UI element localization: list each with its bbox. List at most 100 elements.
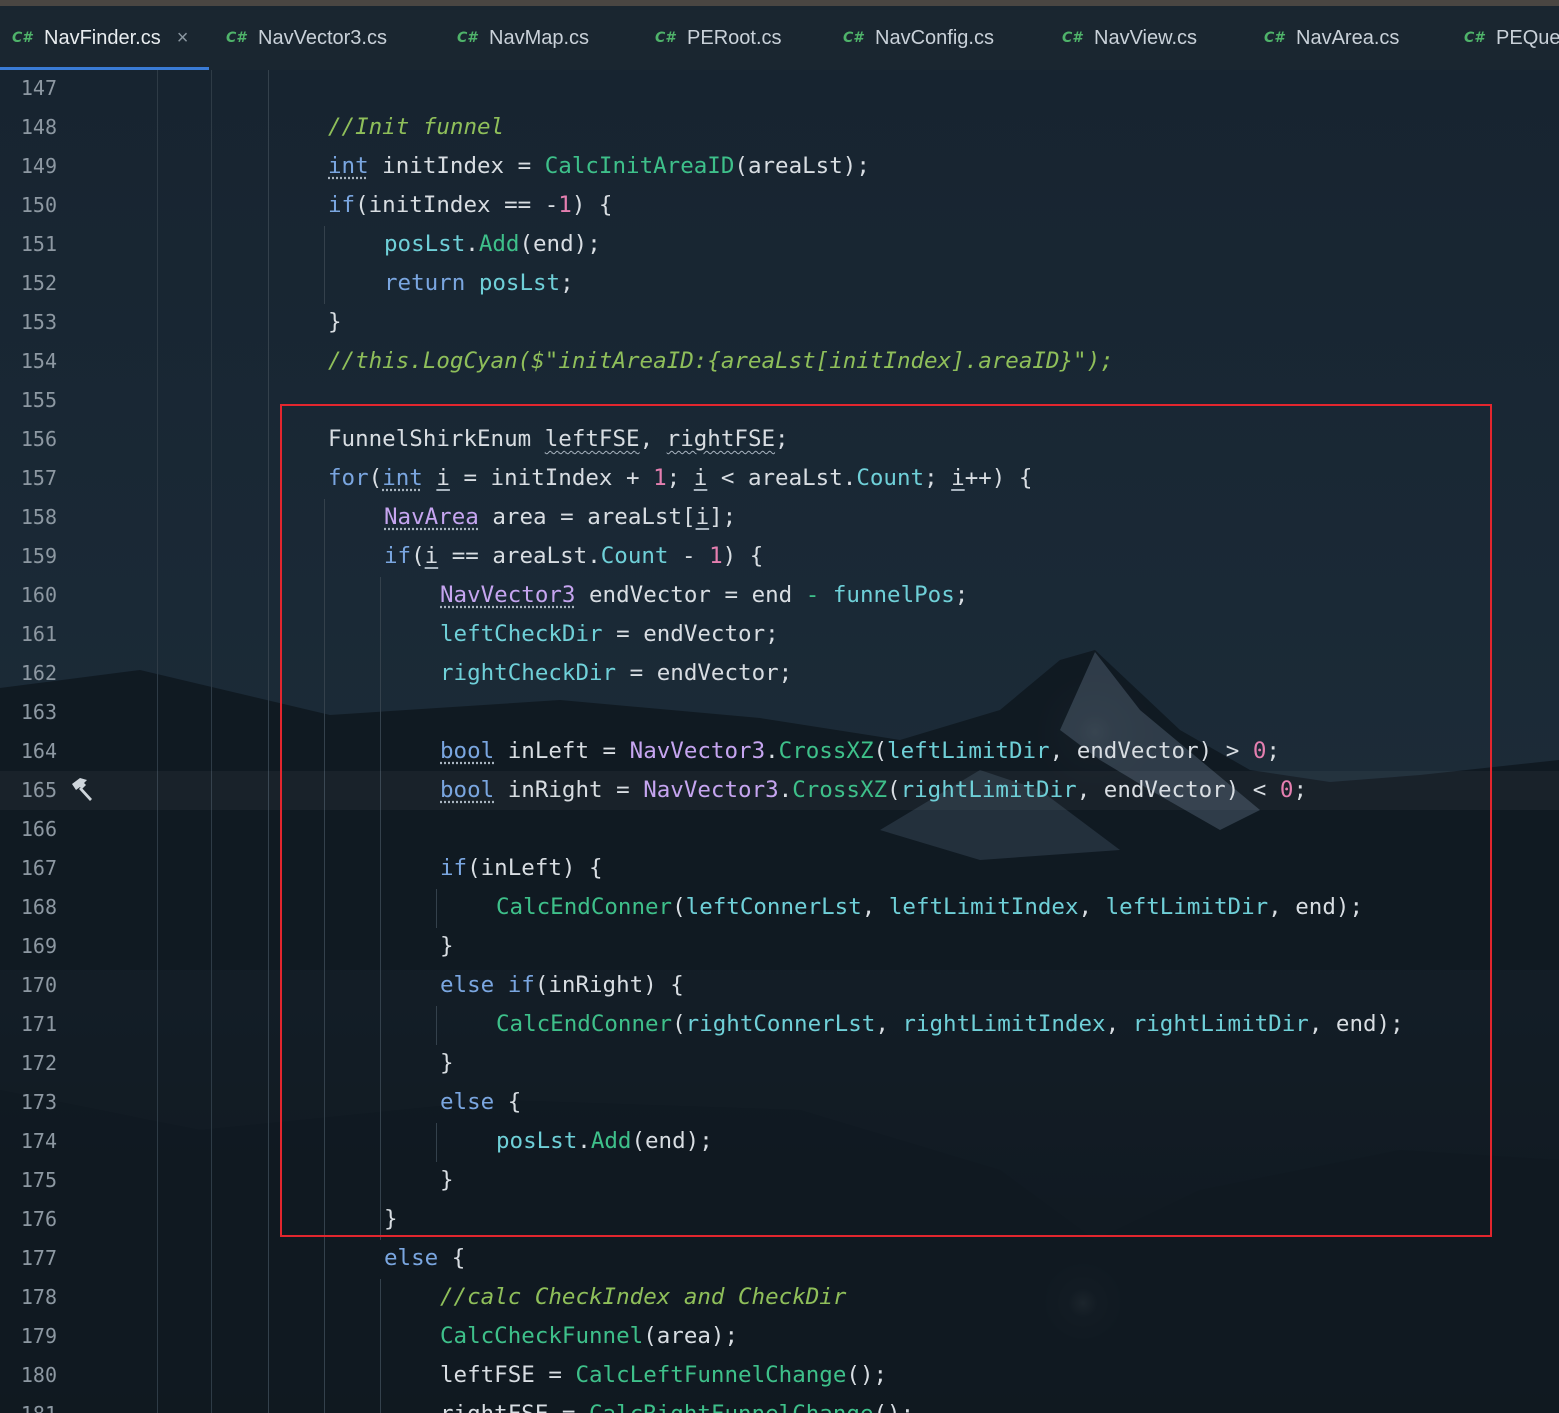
csharp-file-icon: C# xyxy=(1062,30,1083,46)
code-text[interactable]: rightFSE = CalcRightFunnelChange(); xyxy=(440,1395,914,1413)
line-number[interactable]: 172 xyxy=(0,1044,57,1083)
code-text[interactable]: leftFSE = CalcLeftFunnelChange(); xyxy=(440,1356,887,1395)
line-number[interactable]: 151 xyxy=(0,225,57,264)
code-token: (initIndex == - xyxy=(355,192,559,218)
line-number[interactable]: 153 xyxy=(0,303,57,342)
tab-label: NavArea.cs xyxy=(1296,26,1400,49)
code-line[interactable]: 148 //Init funnel xyxy=(0,108,1559,147)
code-editor[interactable]: 147 148 //Init funnel 149 int initIndex = Ca… xyxy=(0,70,1559,1413)
code-line[interactable]: 151 posLst.Add(end); xyxy=(0,225,1559,264)
code-token: (area); xyxy=(643,1323,739,1349)
code-line[interactable]: 181 rightFSE = CalcRightFunnelChange(); xyxy=(0,1395,1559,1413)
code-line[interactable]: 150 if(initIndex == -1) { xyxy=(0,186,1559,225)
tab-label: NavView.cs xyxy=(1094,26,1198,49)
line-number[interactable]: 167 xyxy=(0,849,57,888)
line-number[interactable]: 152 xyxy=(0,264,57,303)
line-number[interactable]: 158 xyxy=(0,498,57,537)
code-text[interactable]: if(initIndex == -1) { xyxy=(328,186,612,225)
tab-label: PEQue xyxy=(1496,26,1559,49)
tab-navmap-cs[interactable]: C# NavMap.cs xyxy=(457,6,589,70)
close-icon[interactable]: × xyxy=(177,27,189,50)
code-text[interactable]: } xyxy=(328,303,342,342)
line-number[interactable]: 165 xyxy=(0,771,57,810)
code-token: CalcLeftFunnelChange xyxy=(575,1362,847,1388)
code-token: ) { xyxy=(571,192,613,218)
tab-navvector3-cs[interactable]: C# NavVector3.cs xyxy=(226,6,387,70)
code-text[interactable]: int initIndex = CalcInitAreaID(areaLst); xyxy=(328,147,870,186)
highlight-box xyxy=(280,404,1492,1237)
line-number[interactable]: 171 xyxy=(0,1005,57,1044)
code-token: Add xyxy=(478,231,520,257)
code-token: else xyxy=(384,1245,439,1271)
code-text[interactable]: //this.LogCyan($"initAreaID:{areaLst[ini… xyxy=(328,342,1114,381)
line-number[interactable]: 170 xyxy=(0,966,57,1005)
line-number[interactable]: 149 xyxy=(0,147,57,186)
code-line[interactable]: 154 //this.LogCyan($"initAreaID:{areaLst[… xyxy=(0,342,1559,381)
code-token: leftFSE = xyxy=(440,1362,576,1388)
line-number[interactable]: 175 xyxy=(0,1161,57,1200)
csharp-file-icon: C# xyxy=(1464,30,1485,46)
line-number[interactable]: 159 xyxy=(0,537,57,576)
line-number[interactable]: 154 xyxy=(0,342,57,381)
line-number[interactable]: 178 xyxy=(0,1278,57,1317)
code-token: (); xyxy=(846,1362,888,1388)
line-number[interactable]: 168 xyxy=(0,888,57,927)
line-number[interactable]: 174 xyxy=(0,1122,57,1161)
line-number[interactable]: 155 xyxy=(0,381,57,420)
code-text[interactable]: //calc CheckIndex and CheckDir xyxy=(440,1278,846,1317)
tab-label: NavMap.cs xyxy=(489,26,590,49)
line-number[interactable]: 179 xyxy=(0,1317,57,1356)
code-line[interactable]: 179 CalcCheckFunnel(area); xyxy=(0,1317,1559,1356)
code-text[interactable]: else { xyxy=(384,1239,465,1278)
code-line[interactable]: 177 else { xyxy=(0,1239,1559,1278)
tab-navview-cs[interactable]: C# NavView.cs xyxy=(1062,6,1197,70)
code-token: initIndex = xyxy=(368,153,545,179)
line-number[interactable]: 164 xyxy=(0,732,57,771)
code-token: return xyxy=(384,270,466,296)
line-number[interactable]: 162 xyxy=(0,654,57,693)
line-number[interactable]: 166 xyxy=(0,810,57,849)
tab-navarea-cs[interactable]: C# NavArea.cs xyxy=(1264,6,1399,70)
tab-label: NavConfig.cs xyxy=(875,26,994,49)
line-number[interactable]: 163 xyxy=(0,693,57,732)
hammer-icon[interactable] xyxy=(66,771,96,810)
line-number[interactable]: 177 xyxy=(0,1239,57,1278)
line-number[interactable]: 147 xyxy=(0,70,57,108)
tab-peroot-cs[interactable]: C# PERoot.cs xyxy=(655,6,782,70)
line-number[interactable]: 180 xyxy=(0,1356,57,1395)
code-line[interactable]: 178 //calc CheckIndex and CheckDir xyxy=(0,1278,1559,1317)
code-token: CalcRightFunnelChange xyxy=(589,1401,873,1413)
code-text[interactable]: return posLst; xyxy=(384,264,574,303)
code-text[interactable]: posLst.Add(end); xyxy=(384,225,601,264)
code-line[interactable]: 147 xyxy=(0,70,1559,108)
code-token: posLst xyxy=(384,231,466,257)
code-token: 1 xyxy=(558,192,572,218)
tab-navconfig-cs[interactable]: C# NavConfig.cs xyxy=(843,6,994,70)
code-token: //this.LogCyan($"initAreaID:{areaLst[ini… xyxy=(328,348,1114,374)
code-line[interactable]: 180 leftFSE = CalcLeftFunnelChange(); xyxy=(0,1356,1559,1395)
line-number[interactable]: 157 xyxy=(0,459,57,498)
code-token: //Init funnel xyxy=(328,114,505,140)
code-line[interactable]: 149 int initIndex = CalcInitAreaID(areaLs… xyxy=(0,147,1559,186)
code-line[interactable]: 153} xyxy=(0,303,1559,342)
code-text[interactable]: CalcCheckFunnel(area); xyxy=(440,1317,738,1356)
line-number[interactable]: 160 xyxy=(0,576,57,615)
line-number[interactable]: 156 xyxy=(0,420,57,459)
code-token: (); xyxy=(874,1401,915,1413)
code-token: if xyxy=(328,192,356,218)
line-number[interactable]: 169 xyxy=(0,927,57,966)
tab-navfinder-cs[interactable]: C# NavFinder.cs × xyxy=(12,6,188,70)
line-number[interactable]: 181 xyxy=(0,1395,57,1413)
code-text[interactable]: //Init funnel xyxy=(328,108,504,147)
csharp-file-icon: C# xyxy=(1264,30,1285,46)
code-line[interactable]: 152 return posLst; xyxy=(0,264,1559,303)
line-number[interactable]: 148 xyxy=(0,108,57,147)
line-number[interactable]: 173 xyxy=(0,1083,57,1122)
tab-peque[interactable]: C# PEQue xyxy=(1464,6,1559,70)
line-number[interactable]: 176 xyxy=(0,1200,57,1239)
csharp-file-icon: C# xyxy=(12,30,33,46)
code-token: (end); xyxy=(519,231,601,257)
line-number[interactable]: 161 xyxy=(0,615,57,654)
line-number[interactable]: 150 xyxy=(0,186,57,225)
code-token: posLst xyxy=(478,270,561,296)
